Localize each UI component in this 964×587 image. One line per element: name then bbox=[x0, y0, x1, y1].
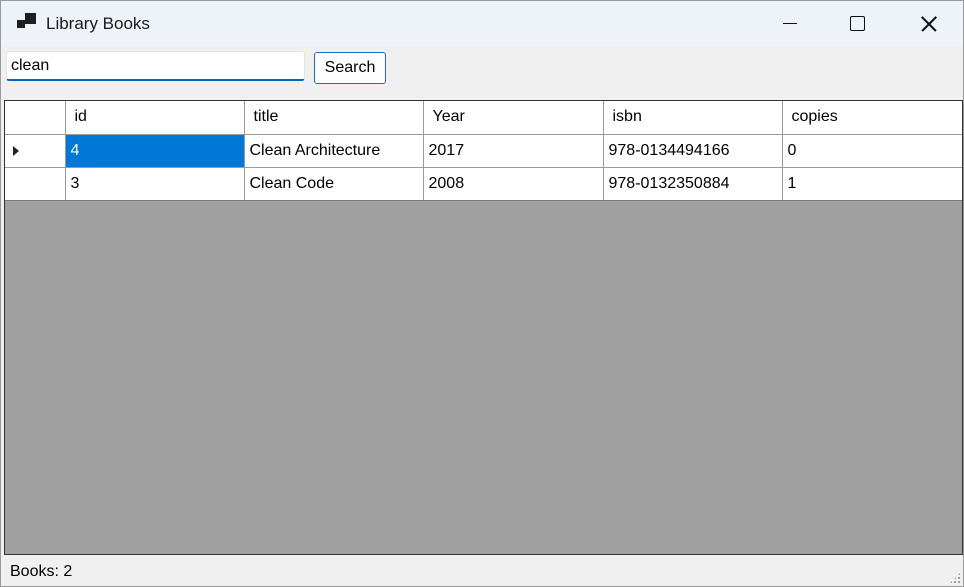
window-title: Library Books bbox=[46, 14, 150, 33]
search-input[interactable] bbox=[6, 51, 305, 81]
cell-isbn[interactable]: 978-0134494166 bbox=[603, 134, 783, 168]
header-row: id title Year isbn copies bbox=[5, 101, 962, 135]
main-window: Library Books Search id title Year isbn … bbox=[0, 0, 964, 587]
table-row[interactable]: 4 Clean Architecture 2017 978-0134494166… bbox=[5, 134, 962, 168]
cell-copies[interactable]: 0 bbox=[782, 134, 962, 168]
cell-year[interactable]: 2017 bbox=[423, 134, 604, 168]
row-header-corner[interactable] bbox=[5, 101, 66, 135]
maximize-icon[interactable] bbox=[823, 1, 893, 46]
cell-title[interactable]: Clean Code bbox=[244, 167, 424, 201]
resize-grip-icon[interactable] bbox=[949, 572, 961, 584]
cell-title[interactable]: Clean Architecture bbox=[244, 134, 424, 168]
column-header-isbn[interactable]: isbn bbox=[603, 101, 783, 135]
status-bar: Books: 2 bbox=[1, 555, 963, 586]
column-header-year[interactable]: Year bbox=[423, 101, 604, 135]
column-header-copies[interactable]: copies bbox=[782, 101, 962, 135]
row-header[interactable] bbox=[5, 167, 66, 201]
column-header-title[interactable]: title bbox=[244, 101, 424, 135]
cell-id[interactable]: 4 bbox=[65, 134, 245, 168]
minimize-icon[interactable] bbox=[754, 1, 824, 46]
book-count-label: Books: 2 bbox=[10, 563, 73, 580]
cell-id[interactable]: 3 bbox=[65, 167, 245, 201]
cell-isbn[interactable]: 978-0132350884 bbox=[603, 167, 783, 201]
cell-copies[interactable]: 1 bbox=[782, 167, 962, 201]
title-bar[interactable]: Library Books bbox=[1, 1, 963, 46]
cell-year[interactable]: 2008 bbox=[423, 167, 604, 201]
close-icon[interactable] bbox=[893, 1, 963, 46]
books-grid[interactable]: id title Year isbn copies 4 Clean Archit… bbox=[4, 100, 963, 555]
app-window-icon bbox=[17, 13, 37, 31]
row-header[interactable] bbox=[5, 134, 66, 168]
column-header-id[interactable]: id bbox=[65, 101, 245, 135]
search-button[interactable]: Search bbox=[314, 52, 386, 84]
books-table: id title Year isbn copies 4 Clean Archit… bbox=[5, 101, 962, 201]
table-row[interactable]: 3 Clean Code 2008 978-0132350884 1 bbox=[5, 167, 962, 201]
current-row-arrow-icon bbox=[13, 145, 19, 156]
